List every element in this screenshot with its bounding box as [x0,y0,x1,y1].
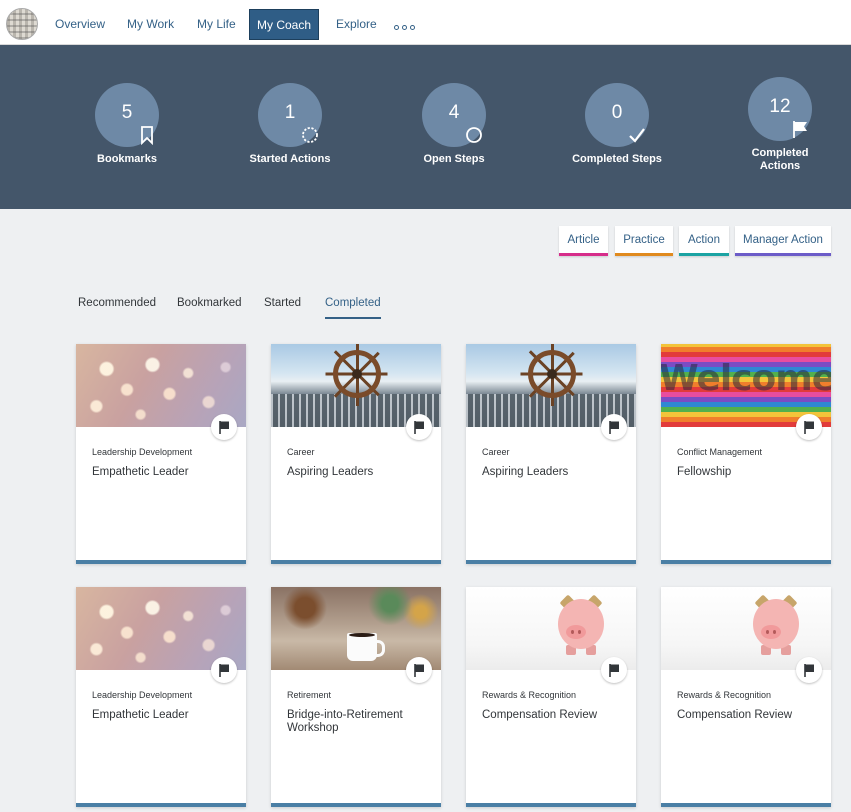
filter-practice-button[interactable]: Practice [615,226,673,256]
card-title: Empathetic Leader [92,709,189,721]
coach-stats-band: 5 Bookmarks 1 Started Actions 4 Open Ste… [0,45,851,209]
checkmark-icon [629,128,645,143]
card-footer-bar [271,803,441,807]
progress-circle-icon [302,127,318,143]
card-title: Compensation Review [677,709,793,721]
tab-recommended[interactable]: Recommended [78,297,156,318]
card-category: Retirement [287,690,332,700]
card-footer-bar [466,803,636,807]
filter-label: Action [688,234,720,246]
tab-bookmarked[interactable]: Bookmarked [177,297,242,318]
flag-icon [793,121,807,138]
nav-my-coach[interactable]: My Coach [249,9,319,40]
card-category: Career [287,447,315,457]
tab-started[interactable]: Started [264,297,301,318]
avatar[interactable] [6,8,38,40]
card-footer-bar [661,560,831,564]
stat-value: 0 [611,102,623,123]
card-title: Empathetic Leader [92,466,189,478]
welcome-text: Welcome [661,358,831,399]
stat-circle: 12 [748,77,812,141]
content-card[interactable]: Rewards & Recognition Compensation Revie… [466,587,636,807]
flag-icon[interactable] [406,657,432,683]
card-title: Compensation Review [482,709,598,721]
content-card[interactable]: Retirement Bridge-into-Retirement Worksh… [271,587,441,807]
stat-circle: 4 [422,83,486,147]
stat-value: 4 [448,102,460,123]
tab-completed[interactable]: Completed [325,297,381,319]
bookmark-icon [141,126,153,145]
stat-open-steps[interactable]: 4 Open Steps [389,83,519,166]
filter-color-bar [615,253,673,256]
open-circle-icon [466,127,482,143]
stat-circle: 5 [95,83,159,147]
stat-label: Started Actions [249,153,331,165]
card-footer-bar [661,803,831,807]
card-title: Aspiring Leaders [482,466,569,478]
content-card[interactable]: Career Aspiring Leaders [466,344,636,564]
content-card[interactable]: Welcome Conflict Management Fellowship [661,344,831,564]
card-category: Leadership Development [92,447,193,457]
nav-my-life[interactable]: My Life [188,9,245,40]
stat-value: 12 [769,96,791,117]
card-category: Rewards & Recognition [482,690,577,700]
stat-circle: 1 [258,83,322,147]
nav-my-work[interactable]: My Work [118,9,183,40]
stat-completed-actions[interactable]: 12 Completed Actions [715,77,845,173]
content-card[interactable]: Career Aspiring Leaders [271,344,441,564]
card-footer-bar [76,560,246,564]
filter-label: Article [567,234,600,246]
stat-value: 1 [284,102,296,123]
stat-started-actions[interactable]: 1 Started Actions [225,83,355,166]
flag-icon[interactable] [406,414,432,440]
filter-color-bar [679,253,729,256]
stat-label: Bookmarks [97,153,157,165]
content-card[interactable]: Leadership Development Empathetic Leader [76,587,246,807]
card-title: Aspiring Leaders [287,466,374,478]
filter-color-bar [559,253,608,256]
stat-value: 5 [121,102,133,123]
card-category: Career [482,447,510,457]
flag-icon[interactable] [796,657,822,683]
card-category: Leadership Development [92,690,193,700]
flag-icon[interactable] [796,414,822,440]
card-category: Rewards & Recognition [677,690,772,700]
filter-label: Manager Action [743,234,823,246]
flag-icon[interactable] [211,657,237,683]
stat-label: Completed Actions [751,147,809,172]
stat-bookmarks[interactable]: 5 Bookmarks [62,83,192,166]
card-title: Fellowship [677,466,732,478]
filter-color-bar [735,253,831,256]
more-horizontal-icon[interactable] [394,22,418,32]
flag-icon[interactable] [601,657,627,683]
top-navigation: Overview My Work My Life My Coach Explor… [0,0,851,45]
content-card[interactable]: Rewards & Recognition Compensation Revie… [661,587,831,807]
flag-icon[interactable] [601,414,627,440]
flag-icon[interactable] [211,414,237,440]
filter-article-button[interactable]: Article [559,226,608,256]
card-title: Bridge-into-Retirement Workshop [287,709,403,734]
nav-explore[interactable]: Explore [327,9,386,40]
filter-action-button[interactable]: Action [679,226,729,256]
stat-label: Completed Steps [572,153,662,165]
card-footer-bar [76,803,246,807]
card-footer-bar [271,560,441,564]
card-footer-bar [466,560,636,564]
stat-completed-steps[interactable]: 0 Completed Steps [552,83,682,166]
filter-label: Practice [623,234,665,246]
nav-overview[interactable]: Overview [46,9,114,40]
content-card[interactable]: Leadership Development Empathetic Leader [76,344,246,564]
filter-manager-action-button[interactable]: Manager Action [735,226,831,256]
stat-circle: 0 [585,83,649,147]
stat-label: Open Steps [423,153,485,165]
card-category: Conflict Management [677,447,763,457]
